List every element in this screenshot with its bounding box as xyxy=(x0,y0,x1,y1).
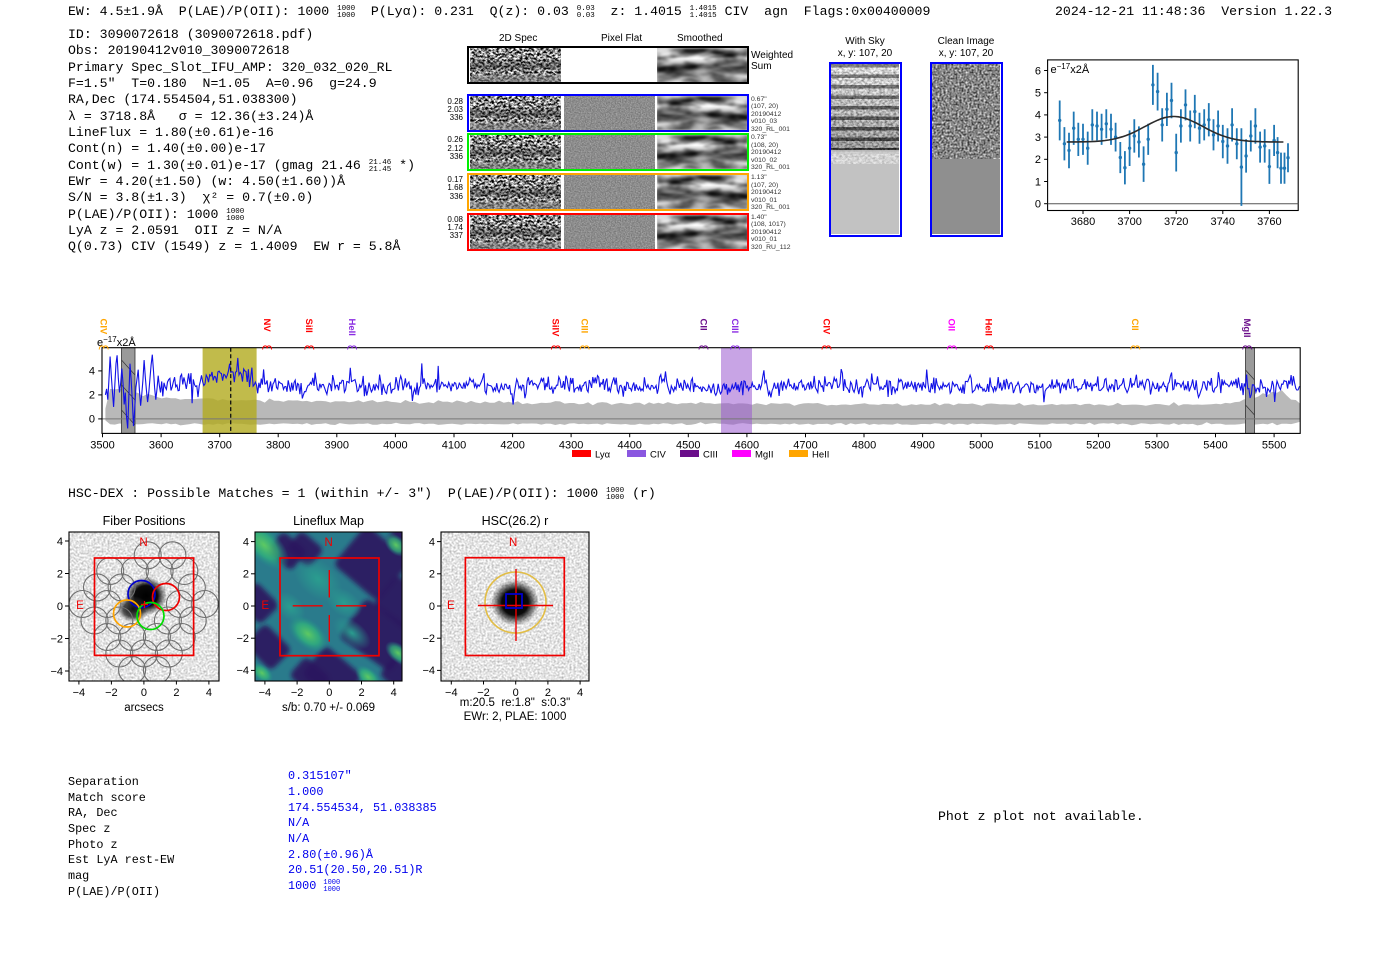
svg-text:3600: 3600 xyxy=(149,440,173,452)
svg-text:CIII: CIII xyxy=(729,319,740,334)
svg-text:N: N xyxy=(139,537,147,549)
svg-text:3760: 3760 xyxy=(1257,216,1281,228)
svg-text:CII: CII xyxy=(1129,319,1140,331)
svg-text:4: 4 xyxy=(57,536,63,548)
svg-text:Lineflux Map: Lineflux Map xyxy=(293,514,364,528)
svg-text:−4: −4 xyxy=(259,687,272,699)
svg-text:SiII: SiII xyxy=(303,319,314,333)
svg-text:−2: −2 xyxy=(291,687,304,699)
svg-text:OII: OII xyxy=(946,319,957,332)
svg-text:3740: 3740 xyxy=(1211,216,1235,228)
svg-text:CIII: CIII xyxy=(703,450,718,461)
svg-text:NV: NV xyxy=(261,319,272,333)
svg-text:−4: −4 xyxy=(50,666,63,678)
svg-text:4: 4 xyxy=(1035,110,1041,122)
svg-text:4: 4 xyxy=(391,687,397,699)
svg-text:3720: 3720 xyxy=(1164,216,1188,228)
svg-text:4200: 4200 xyxy=(500,440,524,452)
svg-text:−4: −4 xyxy=(236,665,249,677)
svg-text:−2: −2 xyxy=(422,633,435,645)
svg-text:CIV: CIV xyxy=(820,319,831,336)
svg-text:4800: 4800 xyxy=(852,440,876,452)
svg-text:5300: 5300 xyxy=(1145,440,1169,452)
svg-text:5200: 5200 xyxy=(1086,440,1110,452)
svg-text:0: 0 xyxy=(326,687,332,699)
svg-text:2: 2 xyxy=(1035,154,1041,166)
svg-text:2: 2 xyxy=(429,569,435,581)
svg-text:3800: 3800 xyxy=(266,440,290,452)
svg-text:EWr: 2, PLAE: 1000: EWr: 2, PLAE: 1000 xyxy=(464,711,567,723)
svg-text:−4: −4 xyxy=(422,665,435,677)
svg-text:0: 0 xyxy=(429,601,435,613)
svg-text:4900: 4900 xyxy=(910,440,934,452)
svg-text:5400: 5400 xyxy=(1203,440,1227,452)
svg-text:2: 2 xyxy=(243,569,249,581)
svg-text:HSC(26.2) r: HSC(26.2) r xyxy=(482,514,549,528)
svg-text:E: E xyxy=(76,600,84,612)
svg-text:CII: CII xyxy=(697,319,708,331)
svg-text:N: N xyxy=(509,537,517,549)
svg-text:2: 2 xyxy=(173,687,179,699)
svg-text:HeII: HeII xyxy=(346,319,357,336)
svg-text:0: 0 xyxy=(1035,199,1041,211)
svg-text:5000: 5000 xyxy=(969,440,993,452)
svg-text:MgII: MgII xyxy=(1241,319,1252,338)
svg-text:3500: 3500 xyxy=(90,440,114,452)
svg-text:0: 0 xyxy=(89,414,95,426)
svg-text:e−17x2Å: e−17x2Å xyxy=(1051,62,1090,76)
svg-text:4100: 4100 xyxy=(442,440,466,452)
svg-text:1: 1 xyxy=(1035,176,1041,188)
svg-text:2: 2 xyxy=(57,568,63,580)
svg-text:5500: 5500 xyxy=(1262,440,1286,452)
svg-text:0: 0 xyxy=(141,687,147,699)
svg-text:2: 2 xyxy=(358,687,364,699)
svg-text:−4: −4 xyxy=(73,687,86,699)
svg-text:E: E xyxy=(447,600,455,612)
svg-text:4: 4 xyxy=(429,536,435,548)
svg-text:SiIV: SiIV xyxy=(550,319,561,338)
svg-text:HeII: HeII xyxy=(812,450,829,461)
svg-text:HeII: HeII xyxy=(983,319,994,336)
svg-text:0: 0 xyxy=(243,601,249,613)
svg-text:3700: 3700 xyxy=(1117,216,1141,228)
svg-text:4: 4 xyxy=(206,687,212,699)
svg-text:m:20.5 re:1.8" s:0.3": m:20.5 re:1.8" s:0.3" xyxy=(460,697,570,709)
svg-text:4000: 4000 xyxy=(383,440,407,452)
svg-text:N: N xyxy=(325,537,333,549)
svg-text:MgII: MgII xyxy=(755,450,773,461)
svg-text:−2: −2 xyxy=(105,687,118,699)
svg-text:E: E xyxy=(261,600,269,612)
svg-text:3900: 3900 xyxy=(325,440,349,452)
svg-text:4: 4 xyxy=(89,366,95,378)
svg-text:CIV: CIV xyxy=(650,450,667,461)
svg-text:Fiber Positions: Fiber Positions xyxy=(103,514,186,528)
svg-text:3: 3 xyxy=(1035,132,1041,144)
svg-text:arcsecs: arcsecs xyxy=(124,702,164,714)
svg-text:2: 2 xyxy=(89,390,95,402)
svg-text:3700: 3700 xyxy=(207,440,231,452)
svg-text:5100: 5100 xyxy=(1028,440,1052,452)
svg-text:s/b: 0.70 +/- 0.069: s/b: 0.70 +/- 0.069 xyxy=(282,702,375,714)
svg-text:5: 5 xyxy=(1035,88,1041,100)
svg-text:4: 4 xyxy=(243,536,249,548)
svg-text:6: 6 xyxy=(1035,65,1041,77)
svg-text:CIV: CIV xyxy=(98,319,109,336)
svg-text:3680: 3680 xyxy=(1071,216,1095,228)
svg-text:4: 4 xyxy=(577,687,583,699)
svg-text:4500: 4500 xyxy=(676,440,700,452)
svg-text:−4: −4 xyxy=(445,687,458,699)
svg-text:Lyα: Lyα xyxy=(595,450,611,461)
svg-text:CIII: CIII xyxy=(578,319,589,334)
svg-text:4400: 4400 xyxy=(617,440,641,452)
svg-text:0: 0 xyxy=(57,601,63,613)
svg-text:−2: −2 xyxy=(236,633,249,645)
svg-text:−2: −2 xyxy=(50,633,63,645)
svg-text:4300: 4300 xyxy=(559,440,583,452)
